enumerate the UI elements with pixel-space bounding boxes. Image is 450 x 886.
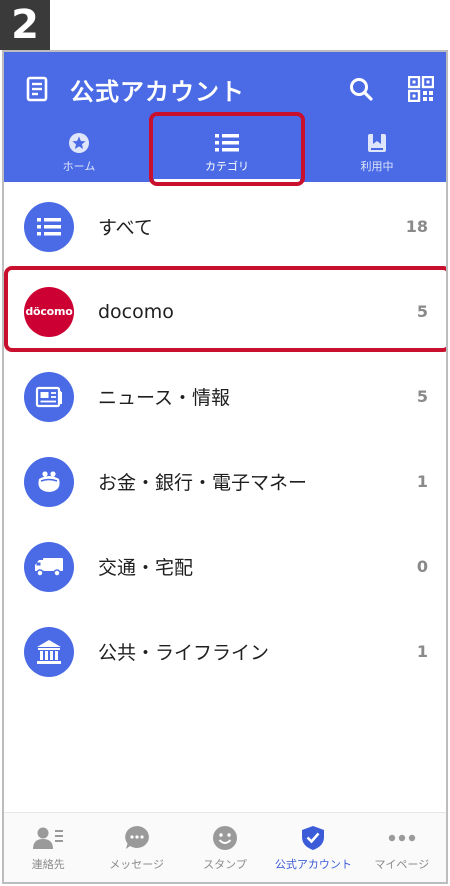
tab-in-use-label: 利用中	[360, 160, 394, 173]
shield-check-icon	[301, 823, 325, 853]
nav-stamps-label: スタンプ	[203, 858, 247, 871]
category-name: docomo	[98, 300, 174, 323]
category-count: 1	[416, 642, 428, 661]
page-title: 公式アカウント	[70, 78, 245, 106]
category-count: 18	[405, 217, 428, 236]
category-row-public[interactable]: 公共・ライフライン 1	[4, 609, 446, 694]
tab-category-label: カテゴリ	[205, 160, 249, 173]
category-name: すべて	[98, 217, 153, 239]
bookmark-icon	[366, 130, 388, 156]
active-tab-indicator	[154, 179, 300, 182]
category-name: ニュース・情報	[98, 387, 231, 409]
nav-official-accounts-label: 公式アカウント	[274, 858, 352, 871]
search-icon[interactable]	[348, 76, 374, 102]
smiley-icon	[212, 823, 238, 853]
category-count: 1	[416, 472, 428, 491]
tab-home-label: ホーム	[62, 160, 96, 173]
category-row-docomo[interactable]: döcomo docomo 5	[4, 269, 446, 354]
category-row-news[interactable]: ニュース・情報 5	[4, 354, 446, 439]
tab-category[interactable]: カテゴリ	[162, 130, 292, 180]
nav-my-page-label: マイページ	[374, 858, 430, 871]
nav-my-page[interactable]: マイページ	[358, 813, 446, 882]
nav-stamps[interactable]: スタンプ	[181, 813, 269, 882]
category-row-all[interactable]: すべて 18	[4, 184, 446, 269]
nav-messages[interactable]: メッセージ	[92, 813, 180, 882]
public-building-icon	[24, 626, 74, 677]
message-icon	[124, 823, 150, 853]
category-count: 5	[416, 387, 428, 406]
menu-document-icon[interactable]	[24, 76, 50, 102]
docomo-logo-text: döcomo	[25, 305, 73, 318]
more-dots-icon	[388, 823, 416, 853]
list-icon	[214, 130, 240, 156]
category-name: お金・銀行・電子マネー	[98, 472, 308, 494]
category-name: 交通・宅配	[98, 557, 194, 579]
nav-official-accounts[interactable]: 公式アカウント	[269, 813, 357, 882]
qr-code-icon[interactable]	[408, 76, 434, 102]
category-row-transport[interactable]: 交通・宅配 0	[4, 524, 446, 609]
category-name: 公共・ライフライン	[98, 642, 270, 664]
purse-icon	[24, 456, 74, 507]
list-icon	[24, 201, 74, 252]
bottom-navigation: 連絡先 メッセージ スタンプ 公式アカウント マイページ	[4, 812, 446, 882]
star-circle-icon	[68, 130, 90, 156]
category-count: 5	[416, 302, 428, 321]
nav-messages-label: メッセージ	[109, 858, 164, 871]
newspaper-icon	[24, 371, 74, 422]
truck-icon	[24, 541, 74, 592]
nav-contacts-label: 連絡先	[31, 858, 65, 871]
tab-home[interactable]: ホーム	[14, 130, 144, 180]
step-number-badge: 2	[0, 0, 50, 50]
category-count: 0	[416, 557, 428, 576]
tab-in-use[interactable]: 利用中	[312, 130, 442, 180]
category-row-money[interactable]: お金・銀行・電子マネー 1	[4, 439, 446, 524]
docomo-logo: döcomo	[24, 286, 74, 337]
nav-contacts[interactable]: 連絡先	[4, 813, 92, 882]
phone-screen: 公式アカウント ホーム カテゴリ 利用中 すべて 18 döcomo docom…	[2, 50, 448, 884]
app-header: 公式アカウント ホーム カテゴリ 利用中	[4, 52, 446, 182]
contacts-icon	[33, 823, 64, 853]
category-list: すべて 18 döcomo docomo 5 ニュース・情報 5 お金・銀行・電…	[4, 184, 446, 694]
